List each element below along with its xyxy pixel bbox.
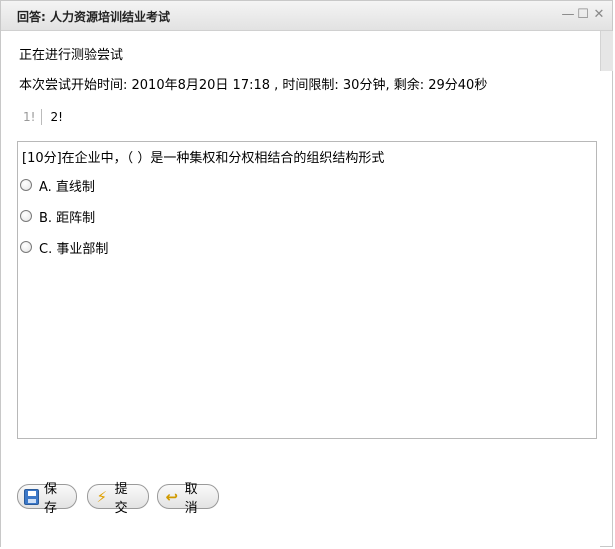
minimize-icon[interactable]: — <box>561 7 575 22</box>
option-c[interactable]: C. 事业部制 <box>20 238 109 257</box>
maximize-icon[interactable]: ☐ <box>576 7 590 22</box>
question-panel: [10分]在企业中，（ ）是一种集权和分权相结合的组织结构形式 A. 直线制 B… <box>17 141 597 439</box>
save-button-label: 保存 <box>43 481 57 516</box>
question-text: [10分]在企业中，（ ）是一种集权和分权相结合的组织结构形式 <box>22 151 385 166</box>
option-label-b: B. 距阵制 <box>39 210 96 226</box>
attempt-status: 正在进行测验尝试 <box>19 48 124 63</box>
attempt-info: 本次尝试开始时间: 2010年8月20日 17:18 , 时间限制: 30分钟,… <box>19 78 488 93</box>
close-icon[interactable]: ✕ <box>592 7 606 22</box>
cancel-button[interactable]: ↩ 取消 <box>157 482 219 516</box>
option-label-a: A. 直线制 <box>39 179 95 195</box>
submit-button[interactable]: ⚡ 提交 <box>87 482 149 516</box>
page-link-2[interactable]: 2! <box>42 109 62 125</box>
lightning-bolt-icon: ⚡ <box>96 487 108 506</box>
radio-button-b[interactable] <box>20 210 32 222</box>
option-a[interactable]: A. 直线制 <box>20 176 95 195</box>
page-link-1[interactable]: 1! <box>19 109 43 125</box>
question-pager: 1! 2! <box>19 108 63 126</box>
radio-button-c[interactable] <box>20 241 32 253</box>
cancel-button-label: 取消 <box>184 481 198 516</box>
radio-button-a[interactable] <box>20 179 32 191</box>
floppy-disk-icon <box>24 488 39 505</box>
undo-arrow-icon: ↩ <box>165 487 179 506</box>
vertical-scrollbar[interactable] <box>600 31 613 71</box>
submit-button-label: 提交 <box>114 481 128 516</box>
quiz-dialog-window: 回答: 人力资源培训结业考试 — ☐ ✕ 正在进行测验尝试 本次尝试开始时间: … <box>0 0 613 548</box>
option-b[interactable]: B. 距阵制 <box>20 207 96 226</box>
option-label-c: C. 事业部制 <box>39 241 109 257</box>
window-title: 回答: 人力资源培训结业考试 <box>17 10 170 24</box>
save-button[interactable]: 保存 <box>17 482 77 516</box>
title-bar[interactable]: 回答: 人力资源培训结业考试 — ☐ ✕ <box>1 1 612 31</box>
